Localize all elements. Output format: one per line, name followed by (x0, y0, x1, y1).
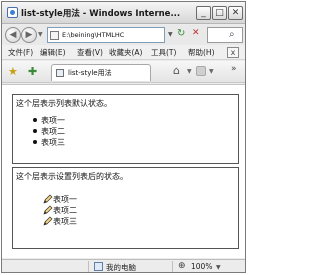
menu-favorites[interactable]: 收藏夹(A) (109, 47, 142, 58)
status-bar: 我的电脑 ⊕ 100% ▼ (2, 259, 245, 272)
security-zone: 我的电脑 (106, 263, 136, 272)
home-dropdown-icon[interactable]: ▼ (187, 68, 192, 75)
default-list-section: 这个层表示列表默认状态。 表项一 表项二 表项三 (12, 94, 239, 164)
status-divider (172, 261, 173, 272)
list-item: 表项二 (13, 205, 238, 216)
list-item-label: 表项一 (53, 195, 77, 204)
tab-label[interactable]: list-style用法 (68, 68, 112, 78)
section-title: 这个层表示设置列表后的状态。 (16, 172, 128, 181)
home-icon[interactable]: ⌂ (173, 64, 180, 77)
tab-page-icon (56, 69, 64, 77)
tab-row: ★ ✚ list-style用法 ⌂ ▼ ▼ » (2, 61, 245, 83)
disc-bullet-icon (33, 140, 37, 144)
refresh-icon[interactable]: ↻ (177, 28, 185, 39)
search-input[interactable]: ⌕ (207, 27, 243, 43)
list-item: 表项二 (13, 126, 238, 137)
zoom-level[interactable]: 100% (191, 262, 212, 271)
menu-edit[interactable]: 编辑(E) (40, 47, 66, 58)
pencil-icon (43, 205, 53, 215)
menu-help[interactable]: 帮助(H) (188, 47, 215, 58)
list-item-label: 表项一 (41, 116, 65, 125)
feeds-dropdown-icon[interactable]: ▼ (209, 68, 214, 75)
menu-view[interactable]: 查看(V) (77, 47, 103, 58)
page-content: 这个层表示列表默认状态。 表项一 表项二 表项三 这个层表示设置列表后的状态。 (2, 84, 245, 258)
address-field[interactable]: E:\beining\HTMLHC (47, 27, 165, 43)
computer-icon (94, 262, 103, 271)
menu-close-button[interactable]: x (227, 47, 239, 58)
feeds-icon[interactable] (196, 66, 206, 76)
styled-list: 表项一 表项二 表项三 (13, 194, 238, 227)
search-icon[interactable]: ⌕ (229, 29, 235, 40)
disc-bullet-icon (33, 129, 37, 133)
chevron-more-icon[interactable]: » (231, 64, 237, 74)
window-title: list-style用法 - Windows Interne... (21, 9, 181, 19)
list-item: 表项一 (13, 194, 238, 205)
pencil-icon (43, 194, 53, 204)
favorites-star-icon[interactable]: ★ (8, 65, 18, 78)
list-item-label: 表项二 (41, 127, 65, 136)
section-title: 这个层表示列表默认状态。 (16, 99, 112, 108)
title-bar: list-style用法 - Windows Interne... _ □ ✕ (2, 2, 245, 24)
styled-list-section: 这个层表示设置列表后的状态。 表项一 表项二 表项三 (12, 167, 239, 249)
tab-current-page[interactable]: list-style用法 (51, 64, 151, 81)
address-dropdown-icon[interactable]: ▼ (168, 31, 173, 38)
address-bar: ◀ ▶ ▼ E:\beining\HTMLHC ▼ ↻ ✕ ⌕ (2, 25, 245, 45)
menu-file[interactable]: 文件(F) (8, 47, 33, 58)
add-favorite-icon[interactable]: ✚ (28, 65, 37, 78)
minimize-button[interactable]: _ (196, 6, 211, 20)
list-item: 表项三 (13, 216, 238, 227)
address-text[interactable]: E:\beining\HTMLHC (62, 31, 162, 41)
list-item-label: 表项三 (41, 138, 65, 147)
browser-window: list-style用法 - Windows Interne... _ □ ✕ … (1, 1, 246, 273)
forward-button[interactable]: ▶ (21, 27, 37, 43)
close-button[interactable]: ✕ (228, 6, 243, 20)
zoom-icon[interactable]: ⊕ (178, 261, 186, 271)
status-divider (88, 261, 89, 272)
stop-icon[interactable]: ✕ (192, 28, 200, 38)
pencil-icon (43, 216, 53, 226)
disc-bullet-icon (33, 118, 37, 122)
menu-tools[interactable]: 工具(T) (151, 47, 176, 58)
default-list: 表项一 表项二 表项三 (13, 115, 238, 148)
back-button[interactable]: ◀ (5, 27, 21, 43)
menu-bar: 文件(F) 编辑(E) 查看(V) 收藏夹(A) 工具(T) 帮助(H) x (2, 45, 245, 60)
list-item-label: 表项二 (53, 206, 77, 215)
maximize-button[interactable]: □ (212, 6, 227, 20)
list-item: 表项一 (13, 115, 238, 126)
browser-icon (7, 7, 18, 18)
zoom-dropdown-icon[interactable]: ▼ (216, 264, 221, 271)
list-item-label: 表项三 (53, 217, 77, 226)
page-icon (50, 31, 59, 40)
list-item: 表项三 (13, 137, 238, 148)
nav-dropdown-icon[interactable]: ▼ (38, 31, 43, 38)
